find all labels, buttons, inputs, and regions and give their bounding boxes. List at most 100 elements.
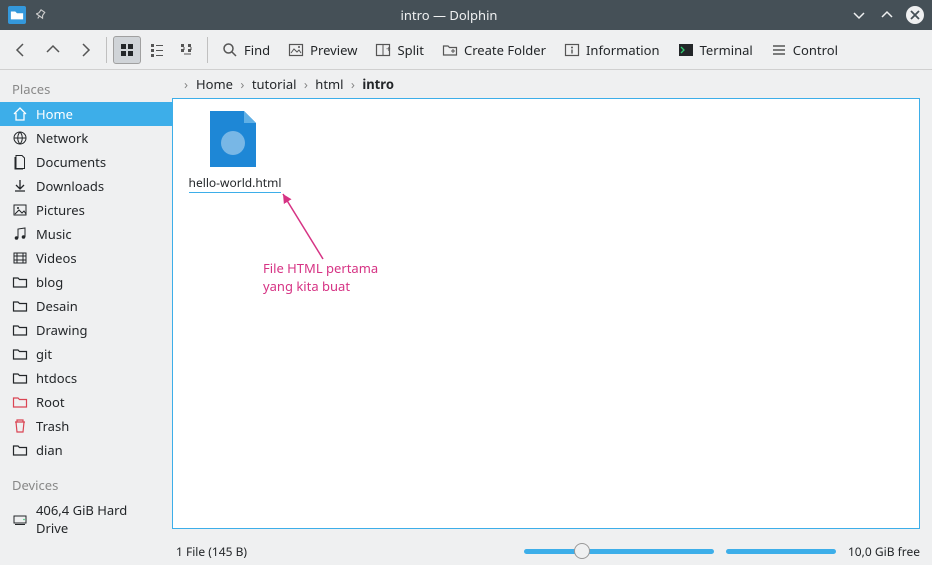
breadcrumb-item[interactable]: Home: [192, 73, 237, 95]
chevron-right-icon: ›: [300, 75, 311, 93]
annotation-text: File HTML pertama yang kita buat: [263, 259, 378, 295]
close-button[interactable]: [906, 6, 924, 24]
trash-icon: [12, 418, 28, 434]
sidebar-place-pictures[interactable]: Pictures: [0, 198, 172, 222]
folder-icon: [12, 346, 28, 362]
information-button[interactable]: Information: [556, 37, 668, 63]
minimize-button[interactable]: [850, 6, 868, 24]
folder-icon: [12, 370, 28, 386]
maximize-button[interactable]: [878, 6, 896, 24]
split-label: Split: [397, 41, 424, 59]
sidebar-place-desain[interactable]: Desain: [0, 294, 172, 318]
sidebar-place-network[interactable]: Network: [0, 126, 172, 150]
breadcrumb: › Home › tutorial › html › intro: [172, 70, 932, 98]
sidebar-item-label: git: [36, 345, 52, 363]
icon-view-button[interactable]: [113, 36, 141, 64]
sidebar-place-home[interactable]: Home: [0, 102, 172, 126]
html-file-icon: [210, 111, 260, 169]
preview-button[interactable]: Preview: [280, 37, 365, 63]
sidebar-item-label: 406,4 GiB Hard Drive: [36, 501, 160, 537]
disk-usage-bar: [726, 549, 836, 554]
sidebar-place-drawing[interactable]: Drawing: [0, 318, 172, 342]
forward-button[interactable]: [70, 35, 100, 65]
sidebar-item-label: Desain: [36, 297, 78, 315]
separator: [207, 37, 208, 63]
app-icon: [8, 6, 26, 24]
hamburger-icon: [771, 42, 787, 58]
details-view-button[interactable]: [173, 36, 201, 64]
sidebar-place-music[interactable]: Music: [0, 222, 172, 246]
sidebar-item-label: Network: [36, 129, 88, 147]
breadcrumb-item[interactable]: intro: [358, 73, 398, 95]
breadcrumb-item[interactable]: tutorial: [248, 73, 301, 95]
documents-icon: [12, 154, 28, 170]
sidebar-device[interactable]: 406,4 GiB Hard Drive: [0, 498, 172, 537]
file-view[interactable]: hello-world.html File HTML pertama yang …: [172, 98, 920, 529]
separator: [106, 37, 107, 63]
terminal-button[interactable]: Terminal: [670, 37, 761, 63]
sidebar-item-label: Documents: [36, 153, 106, 171]
titlebar: intro — Dolphin: [0, 0, 932, 30]
videos-icon: [12, 250, 28, 266]
drive-icon: [12, 511, 28, 527]
file-label: hello-world.html: [189, 174, 282, 193]
sidebar-item-label: htdocs: [36, 369, 77, 387]
back-button[interactable]: [6, 35, 36, 65]
places-section-title: Places: [0, 74, 172, 102]
create-folder-button[interactable]: Create Folder: [434, 37, 554, 63]
folder-plus-icon: [442, 42, 458, 58]
preview-icon: [288, 42, 304, 58]
sidebar-item-label: Root: [36, 393, 65, 411]
search-icon: [222, 42, 238, 58]
svg-text:+: +: [386, 44, 391, 55]
create-folder-label: Create Folder: [464, 41, 546, 59]
file-item[interactable]: hello-world.html: [185, 111, 285, 193]
folder-icon: [12, 274, 28, 290]
sidebar-place-trash[interactable]: Trash: [0, 414, 172, 438]
breadcrumb-item[interactable]: html: [311, 73, 347, 95]
sidebar-item-label: Trash: [36, 417, 69, 435]
chevron-right-icon: ›: [348, 75, 359, 93]
folder-icon: [12, 394, 28, 410]
devices-section-title: Devices: [0, 470, 172, 498]
folder-icon: [12, 322, 28, 338]
sidebar-item-label: blog: [36, 273, 63, 291]
sidebar-place-root[interactable]: Root: [0, 390, 172, 414]
find-label: Find: [244, 41, 270, 59]
sidebar-place-htdocs[interactable]: htdocs: [0, 366, 172, 390]
compact-view-button[interactable]: [143, 36, 171, 64]
pictures-icon: [12, 202, 28, 218]
info-icon: [564, 42, 580, 58]
sidebar-item-label: Videos: [36, 249, 77, 267]
find-button[interactable]: Find: [214, 37, 278, 63]
sidebar-place-downloads[interactable]: Downloads: [0, 174, 172, 198]
zoom-slider[interactable]: [524, 543, 714, 559]
folder-icon: [12, 298, 28, 314]
window-title: intro — Dolphin: [48, 6, 850, 24]
disk-free-text: 10,0 GiB free: [848, 543, 920, 560]
home-icon: [12, 106, 28, 122]
information-label: Information: [586, 41, 660, 59]
chevron-right-icon: ›: [237, 75, 248, 93]
sidebar-place-git[interactable]: git: [0, 342, 172, 366]
pin-icon[interactable]: [36, 9, 48, 21]
sidebar-item-label: Downloads: [36, 177, 104, 195]
sidebar-place-documents[interactable]: Documents: [0, 150, 172, 174]
control-label: Control: [793, 41, 838, 59]
sidebar-item-label: Pictures: [36, 201, 85, 219]
sidebar-place-dian[interactable]: dian: [0, 438, 172, 462]
control-button[interactable]: Control: [763, 37, 846, 63]
terminal-label: Terminal: [700, 41, 753, 59]
sidebar-place-videos[interactable]: Videos: [0, 246, 172, 270]
toolbar: Find Preview + Split Create Folder Inform…: [0, 30, 932, 70]
sidebar-item-label: dian: [36, 441, 63, 459]
up-button[interactable]: [38, 35, 68, 65]
split-icon: +: [375, 42, 391, 58]
split-button[interactable]: + Split: [367, 37, 432, 63]
statusbar: 1 File (145 B) 10,0 GiB free: [0, 537, 932, 565]
terminal-icon: [678, 42, 694, 58]
annotation-arrow: [278, 189, 338, 264]
sidebar-place-blog[interactable]: blog: [0, 270, 172, 294]
sidebar-item-label: Music: [36, 225, 72, 243]
preview-label: Preview: [310, 41, 357, 59]
